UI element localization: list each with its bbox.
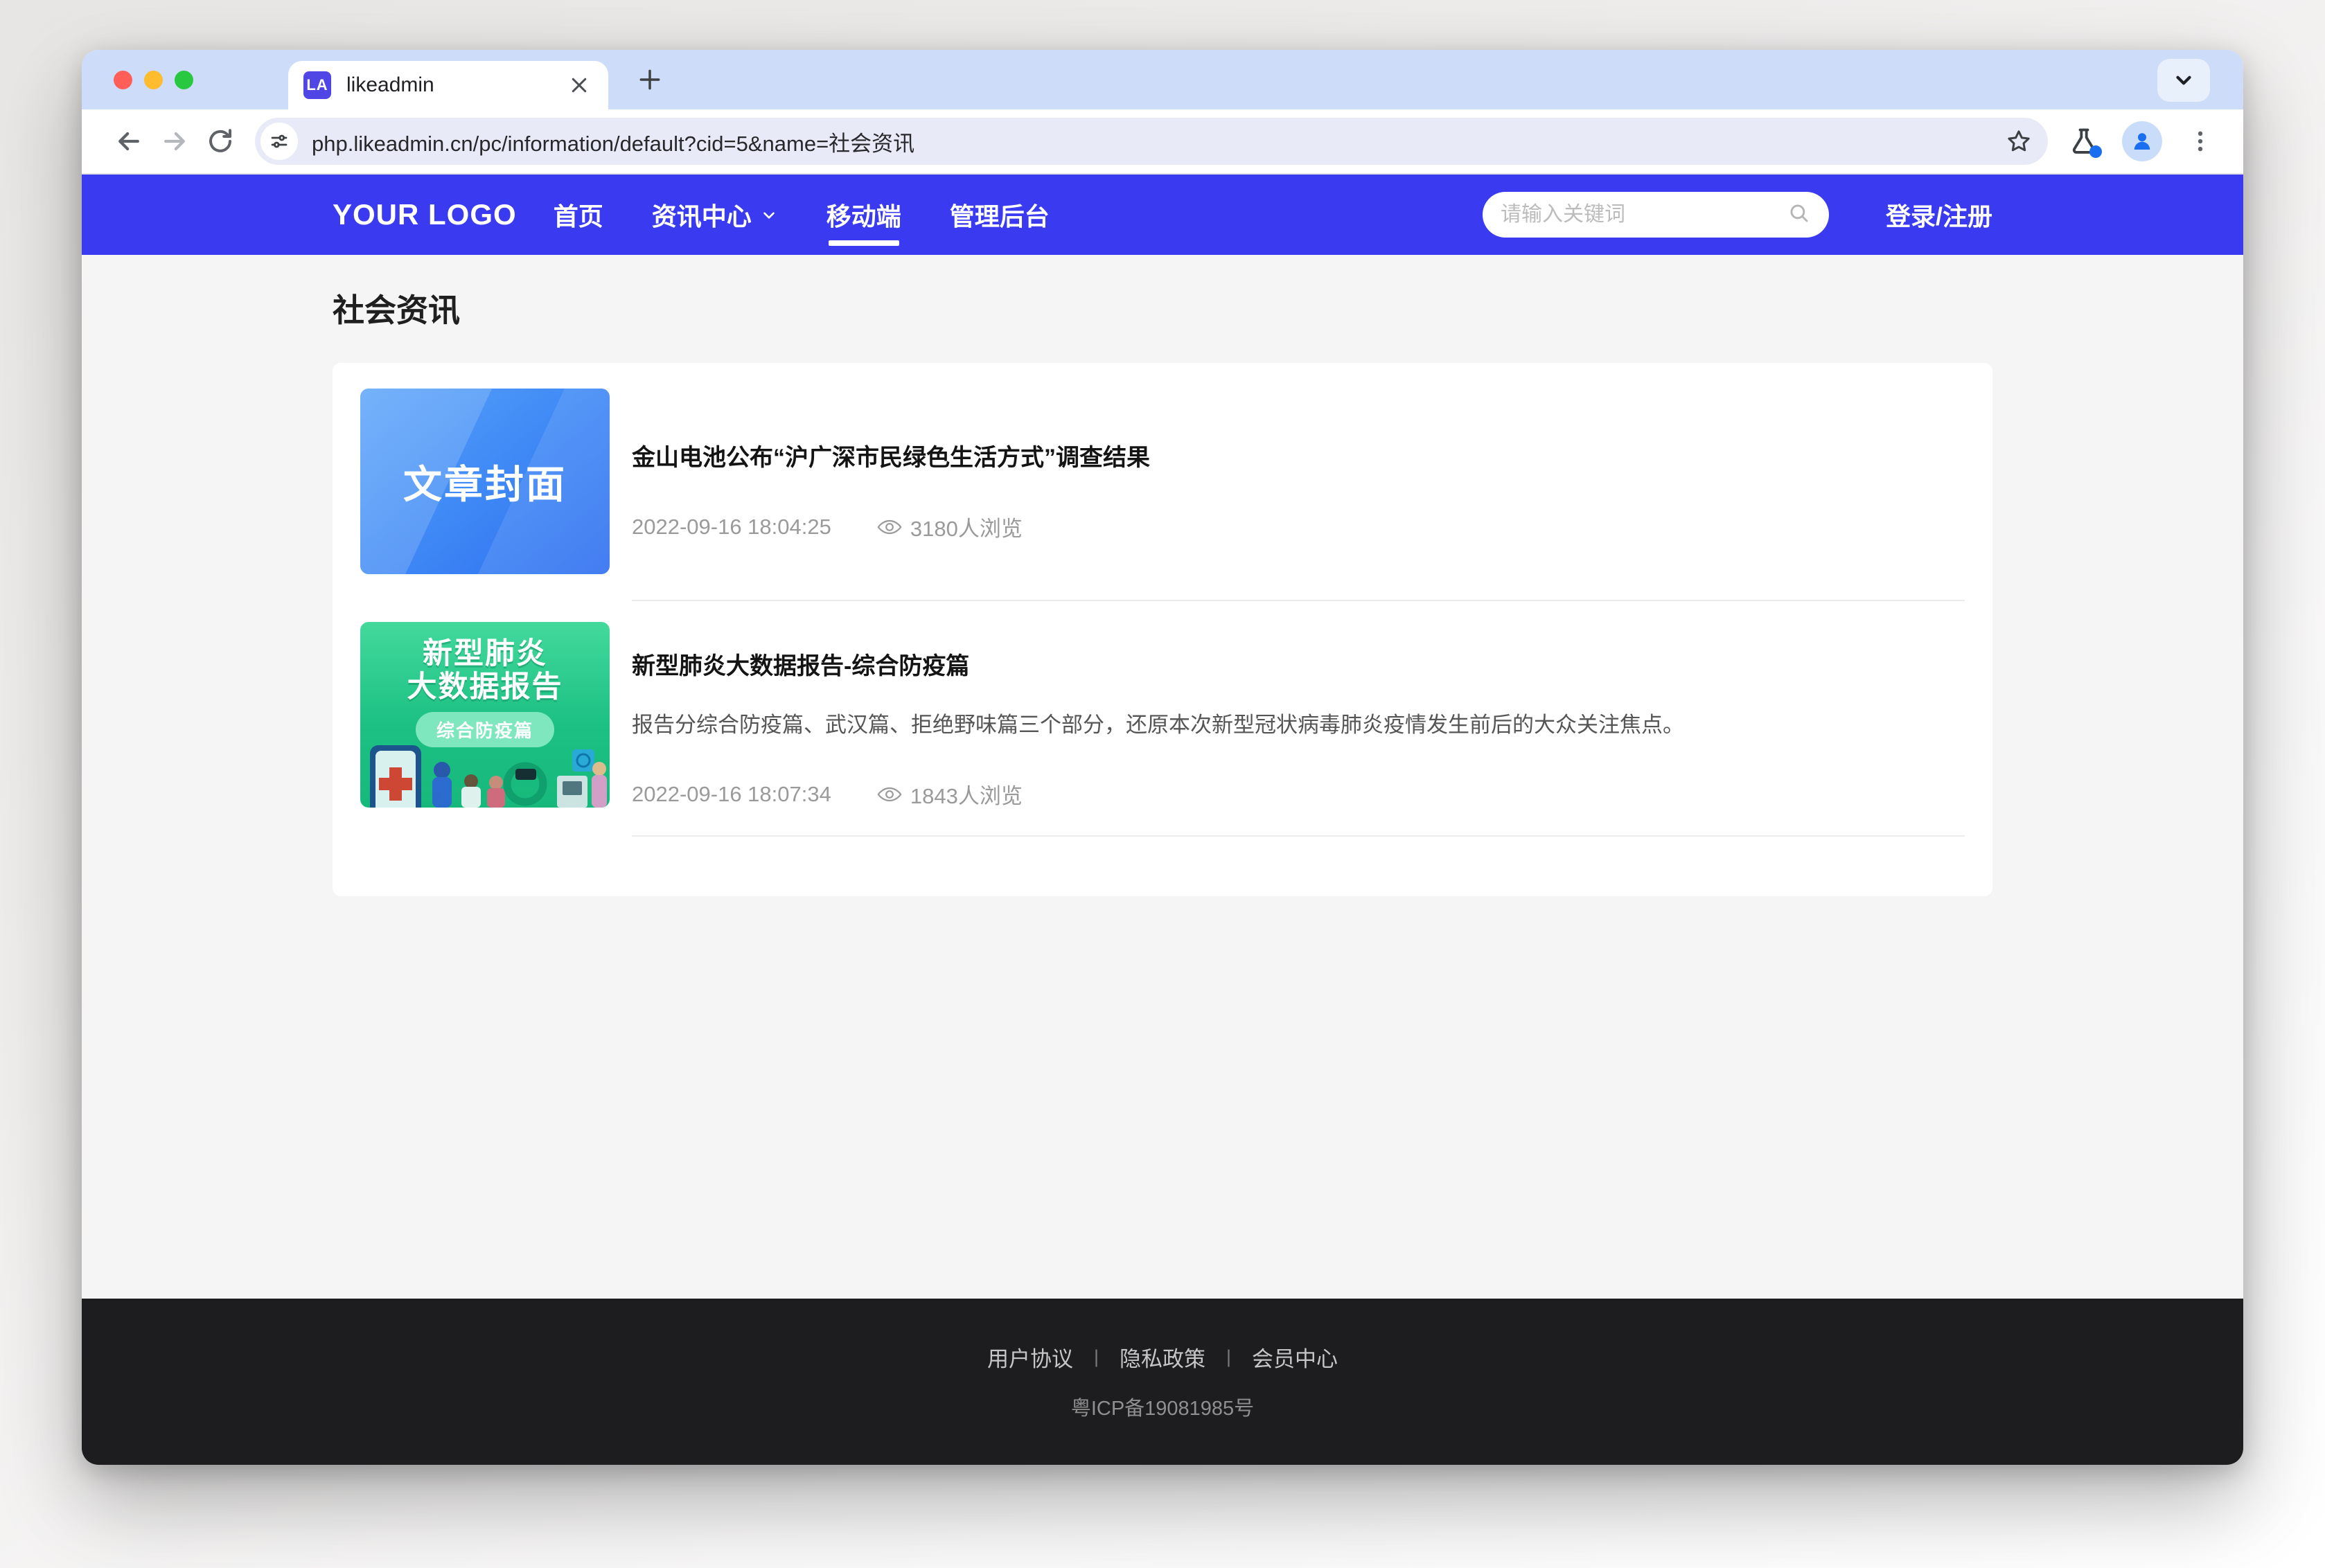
footer-separator: |	[1094, 1346, 1099, 1368]
article-views: 3180人浏览	[910, 511, 1023, 542]
tab-search-button[interactable]	[2157, 59, 2210, 102]
article-date: 2022-09-16 18:04:25	[632, 515, 831, 540]
experiments-flask-icon[interactable]	[2062, 119, 2106, 163]
footer-link-member-center[interactable]: 会员中心	[1252, 1342, 1338, 1373]
views-eye-icon	[877, 785, 902, 803]
chevron-down-icon	[760, 206, 778, 224]
main-menu: 首页 资讯中心 移动端 管理后台	[529, 175, 1074, 255]
window-controls	[114, 71, 193, 89]
url-text: php.likeadmin.cn/pc/information/default?…	[312, 126, 914, 157]
article-title: 金山电池公布“沪广深市民绿色生活方式”调查结果	[632, 438, 1965, 472]
nav-item-news-center[interactable]: 资讯中心	[628, 175, 802, 255]
login-register-link[interactable]: 登录/注册	[1886, 197, 1992, 233]
icp-record-number: 粤ICP备19081985号	[1071, 1392, 1254, 1421]
browser-menu-icon[interactable]	[2178, 119, 2222, 163]
browser-toolbar: php.likeadmin.cn/pc/information/default?…	[82, 109, 2243, 175]
search-box[interactable]	[1483, 192, 1829, 238]
footer-link-user-agreement[interactable]: 用户协议	[987, 1342, 1073, 1373]
footer-link-privacy-policy[interactable]: 隐私政策	[1120, 1342, 1205, 1373]
page-content: 社会资讯 文章封面 金山电池公布“沪广深市民绿色生活方式”调查结果 2022-0…	[82, 255, 2243, 1299]
article-row[interactable]: 新型肺炎 大数据报告 综合防疫篇	[360, 622, 1965, 810]
bookmark-star-icon[interactable]	[2001, 123, 2037, 159]
footer-separator: |	[1226, 1346, 1231, 1368]
back-button[interactable]	[109, 122, 148, 161]
cover-text: 文章封面	[403, 454, 567, 510]
footer-links: 用户协议 | 隐私政策 | 会员中心	[987, 1342, 1338, 1373]
cover-badge: 综合防疫篇	[416, 712, 554, 747]
nav-item-admin[interactable]: 管理后台	[926, 175, 1074, 255]
row-divider	[632, 600, 1965, 601]
tab-close-icon[interactable]	[565, 71, 593, 99]
article-list-card: 文章封面 金山电池公布“沪广深市民绿色生活方式”调查结果 2022-09-16 …	[333, 363, 1992, 896]
cover-illustration	[360, 741, 610, 808]
row-divider	[632, 835, 1965, 837]
views-eye-icon	[877, 518, 902, 536]
browser-tab[interactable]: LA likeadmin	[288, 61, 608, 109]
cover-text-line1: 新型肺炎	[423, 637, 547, 670]
nav-item-mobile[interactable]: 移动端	[802, 175, 926, 255]
chevron-down-icon	[2172, 69, 2195, 92]
minimize-window-button[interactable]	[144, 71, 163, 89]
tab-favicon: LA	[303, 71, 331, 99]
article-description: 报告分综合防疫篇、武汉篇、拒绝野味篇三个部分，还原本次新型冠状病毒肺炎疫情发生前…	[632, 707, 1965, 738]
tab-title: likeadmin	[346, 73, 434, 97]
tab-strip: LA likeadmin	[82, 50, 2243, 109]
close-window-button[interactable]	[114, 71, 132, 89]
article-title: 新型肺炎大数据报告-综合防疫篇	[632, 647, 1965, 681]
article-cover-image: 文章封面	[360, 389, 610, 574]
new-tab-button[interactable]	[630, 60, 669, 99]
reload-button[interactable]	[201, 122, 240, 161]
search-input[interactable]	[1501, 203, 1787, 226]
forward-button[interactable]	[155, 122, 194, 161]
search-icon[interactable]	[1787, 202, 1811, 229]
site-settings-icon[interactable]	[260, 123, 298, 160]
page-title: 社会资讯	[333, 285, 1992, 331]
cover-text-line2: 大数据报告	[407, 670, 563, 704]
article-date: 2022-09-16 18:07:34	[632, 782, 831, 807]
browser-window: LA likeadmin php.likeadmin.cn/pc/info	[82, 50, 2243, 1465]
site-footer: 用户协议 | 隐私政策 | 会员中心 粤ICP备19081985号	[82, 1299, 2243, 1465]
notification-dot	[2089, 145, 2102, 158]
article-views: 1843人浏览	[910, 778, 1023, 810]
article-cover-image: 新型肺炎 大数据报告 综合防疫篇	[360, 622, 610, 808]
site-logo[interactable]: YOUR LOGO	[333, 198, 517, 231]
zoom-window-button[interactable]	[175, 71, 193, 89]
article-row[interactable]: 文章封面 金山电池公布“沪广深市民绿色生活方式”调查结果 2022-09-16 …	[360, 389, 1965, 574]
nav-item-home[interactable]: 首页	[529, 175, 628, 255]
url-bar[interactable]: php.likeadmin.cn/pc/information/default?…	[255, 118, 2048, 165]
avatar	[2122, 121, 2162, 161]
profile-button[interactable]	[2120, 119, 2164, 163]
site-navbar: YOUR LOGO 首页 资讯中心 移动端 管理后台 登录/注册	[82, 175, 2243, 255]
